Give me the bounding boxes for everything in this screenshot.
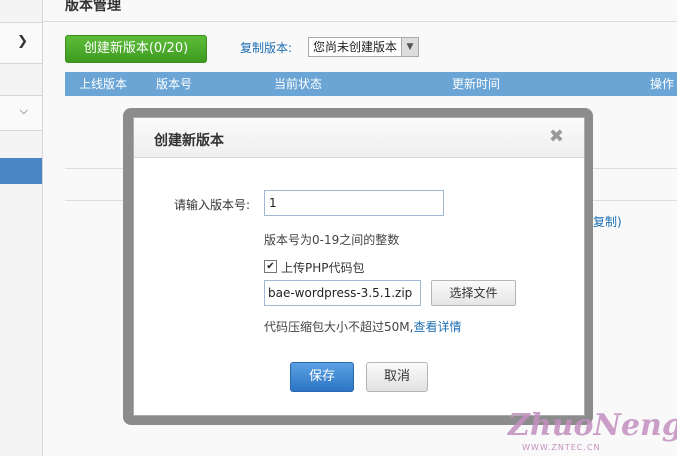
file-path-field[interactable]: bae-wordpress-3.5.1.zip <box>264 280 421 306</box>
versions-table-header: 上线版本 版本号 当前状态 更新时间 操作 <box>65 72 677 96</box>
cancel-button[interactable]: 取消 <box>366 362 428 392</box>
sidebar-collapse-item[interactable]: ⌵ <box>0 95 42 131</box>
choose-file-button[interactable]: 选择文件 <box>431 280 516 306</box>
copy-version-select-value: 您尚未创建版本 <box>313 40 398 54</box>
sidebar-active-item[interactable] <box>0 158 42 184</box>
size-hint: 代码压缩包大小不超过50M,查看详情 <box>264 318 461 335</box>
sidebar-expand-item[interactable]: ❯ <box>0 22 42 64</box>
create-version-button[interactable]: 创建新版本(0/20) <box>65 35 207 63</box>
copy-version-select[interactable]: 您尚未创建版本 ▼ <box>308 37 419 57</box>
create-version-dialog: 创建新版本 ✖ 请输入版本号: 1 版本号为0-19之间的整数 ✔ 上传PHP代… <box>133 117 585 416</box>
version-number-input[interactable]: 1 <box>264 190 444 216</box>
column-header-status: 当前状态 <box>274 77 323 91</box>
column-header-online: 上线版本 <box>79 77 128 91</box>
divider <box>43 21 677 22</box>
column-header-updated: 更新时间 <box>452 77 501 91</box>
chevron-down-icon[interactable]: ▼ <box>401 38 418 56</box>
watermark-logo: ZhuoNeng's <box>508 408 677 443</box>
upload-php-label[interactable]: 上传PHP代码包 <box>281 259 365 276</box>
column-header-actions: 操作 <box>650 77 675 91</box>
close-icon[interactable]: ✖ <box>549 126 564 147</box>
version-number-label: 请输入版本号: <box>174 198 251 212</box>
sidebar: ❯ ⌵ <box>0 0 43 456</box>
view-details-link[interactable]: 查看详情 <box>413 320 461 334</box>
save-button[interactable]: 保存 <box>290 362 354 392</box>
upload-php-checkbox[interactable]: ✔ <box>264 260 277 273</box>
copy-version-label: 复制版本: <box>240 41 293 55</box>
watermark-url: WWW.ZNTEC.CN <box>522 443 601 452</box>
chevron-down-icon[interactable]: ⌵ <box>20 104 28 118</box>
version-number-hint: 版本号为0-19之间的整数 <box>264 233 400 247</box>
dialog-title: 创建新版本 <box>154 133 224 149</box>
size-hint-text: 代码压缩包大小不超过50M, <box>264 320 414 334</box>
chevron-right-icon[interactable]: ❯ <box>17 34 28 49</box>
page-title: 版本管理 <box>65 0 121 14</box>
dialog-header: 创建新版本 ✖ <box>134 118 584 158</box>
column-header-version: 版本号 <box>156 77 193 91</box>
